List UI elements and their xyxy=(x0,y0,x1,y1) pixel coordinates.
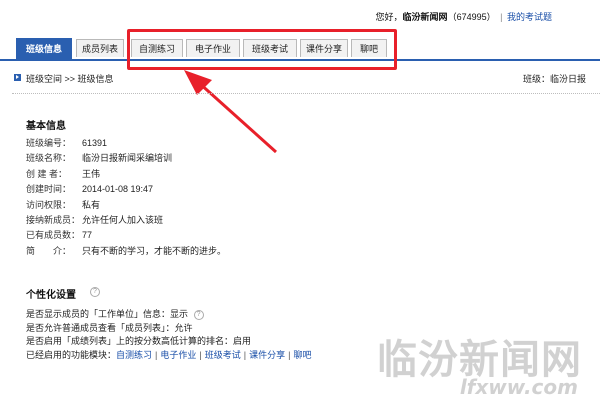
help-icon[interactable]: ? xyxy=(90,287,100,297)
breadcrumb: 班级空间 >> 班级信息 班级：临汾日报 xyxy=(14,72,600,86)
setting-row: 是否允许普通成员查看「成员列表」：允许 xyxy=(26,322,311,336)
header-separator: | xyxy=(500,12,503,22)
setting-text: 是否启用「成绩列表」上的按分数高低计算的排名：启用 xyxy=(26,336,252,346)
module-link-courseware[interactable]: 课件分享 xyxy=(249,350,285,360)
info-value: 王伟 xyxy=(82,168,101,179)
watermark-url: lfxww.com xyxy=(459,375,578,399)
modules-label: 已经启用的功能模块： xyxy=(26,349,117,360)
divider xyxy=(12,93,600,94)
tab-bar: 班级信息 成员列表 自测练习 电子作业 班级考试 课件分享 聊吧 xyxy=(0,38,600,61)
tab-chat[interactable]: 聊吧 xyxy=(351,39,387,57)
user-id: （674995） xyxy=(447,12,496,22)
info-value: 77 xyxy=(82,230,93,241)
info-row: 接纳新成员： 允许任何人加入该班 xyxy=(26,213,226,228)
info-label: 创 建 者： xyxy=(26,168,68,179)
info-value: 只有不断的学习，才能不断的进步。 xyxy=(82,245,227,256)
info-label: 已有成员数： xyxy=(26,230,81,241)
module-separator: | xyxy=(243,349,247,360)
user-name: 临汾新闻网 xyxy=(402,12,448,22)
info-label: 班级名称： xyxy=(26,153,72,164)
breadcrumb-arrow-icon xyxy=(14,74,21,81)
module-link-self-test[interactable]: 自测练习 xyxy=(116,350,152,360)
info-row: 班级名称： 临汾日报新闻采编培训 xyxy=(26,151,226,166)
module-separator: | xyxy=(288,349,291,360)
info-label: 班级编号： xyxy=(26,138,72,148)
setting-text: 是否显示成员的「工作单位」信息：显示 xyxy=(26,309,189,319)
setting-text: 是否允许普通成员查看「成员列表」：允许 xyxy=(26,322,193,333)
info-row: 访问权限： 私有 xyxy=(26,198,226,213)
setting-row: 是否启用「成绩列表」上的按分数高低计算的排名：启用 xyxy=(26,335,311,349)
info-value: 临汾日报新闻采编培训 xyxy=(82,153,173,164)
info-row: 创 建 者： 王伟 xyxy=(26,167,226,182)
module-link-class-exam[interactable]: 班级考试 xyxy=(205,350,241,360)
my-exam-link[interactable]: 我的考试题 xyxy=(507,12,552,22)
info-label: 简 介： xyxy=(26,245,72,256)
modules-row: 已经启用的功能模块：自测练习 | 电子作业 | 班级考试 | 课件分享 | 聊吧 xyxy=(26,349,311,363)
info-label: 创建时间： xyxy=(26,184,72,195)
module-link-chat[interactable]: 聊吧 xyxy=(293,350,311,360)
breadcrumb-text: 班级空间 >> 班级信息 xyxy=(26,74,114,84)
tab-member-list[interactable]: 成员列表 xyxy=(76,39,124,57)
info-row: 班级编号： 61391 xyxy=(26,136,226,151)
info-row: 创建时间： 2014-01-08 19:47 xyxy=(26,182,226,197)
watermark: 临汾新闻网 lfxww.com xyxy=(368,325,600,408)
info-row: 简 介： 只有不断的学习，才能不断的进步。 xyxy=(26,244,226,259)
tab-class-exam[interactable]: 班级考试 xyxy=(243,39,297,57)
info-label: 访问权限： xyxy=(26,199,72,210)
help-icon[interactable]: ? xyxy=(193,309,204,320)
user-greeting: 您好，临汾新闻网（674995） | 我的考试题 xyxy=(376,10,552,23)
basic-info-title: 基本信息 xyxy=(26,121,66,132)
module-separator: | xyxy=(199,349,202,360)
tab-self-test[interactable]: 自测练习 xyxy=(131,39,183,57)
info-value: 61391 xyxy=(82,138,108,148)
info-row: 已有成员数： 77 xyxy=(26,228,226,243)
module-link-homework[interactable]: 电子作业 xyxy=(160,350,196,360)
info-value: 2014-01-08 19:47 xyxy=(82,184,154,195)
watermark-title: 临汾新闻网 xyxy=(377,336,582,383)
top-bar: 您好，临汾新闻网（674995） | 我的考试题 xyxy=(0,0,600,28)
tab-class-info[interactable]: 班级信息 xyxy=(16,38,72,59)
setting-row: 是否显示成员的「工作单位」信息：显示 ? xyxy=(26,308,311,322)
tab-homework[interactable]: 电子作业 xyxy=(186,39,240,57)
basic-info-list: 班级编号： 61391 班级名称： 临汾日报新闻采编培训 创 建 者： 王伟 创建时间… xyxy=(26,136,226,259)
tab-courseware[interactable]: 课件分享 xyxy=(300,39,348,57)
info-label: 接纳新成员： xyxy=(26,214,81,225)
info-value: 私有 xyxy=(82,199,101,210)
personalize-title: 个性化设置 xyxy=(26,290,76,301)
class-name-label: 班级：临汾日报 xyxy=(522,74,586,84)
info-value: 允许任何人加入该班 xyxy=(82,214,164,225)
module-separator: | xyxy=(155,349,158,360)
personalize-list: 是否显示成员的「工作单位」信息：显示 ? 是否允许普通成员查看「成员列表」：允许… xyxy=(26,308,311,362)
greeting-text: 您好， xyxy=(375,12,403,22)
